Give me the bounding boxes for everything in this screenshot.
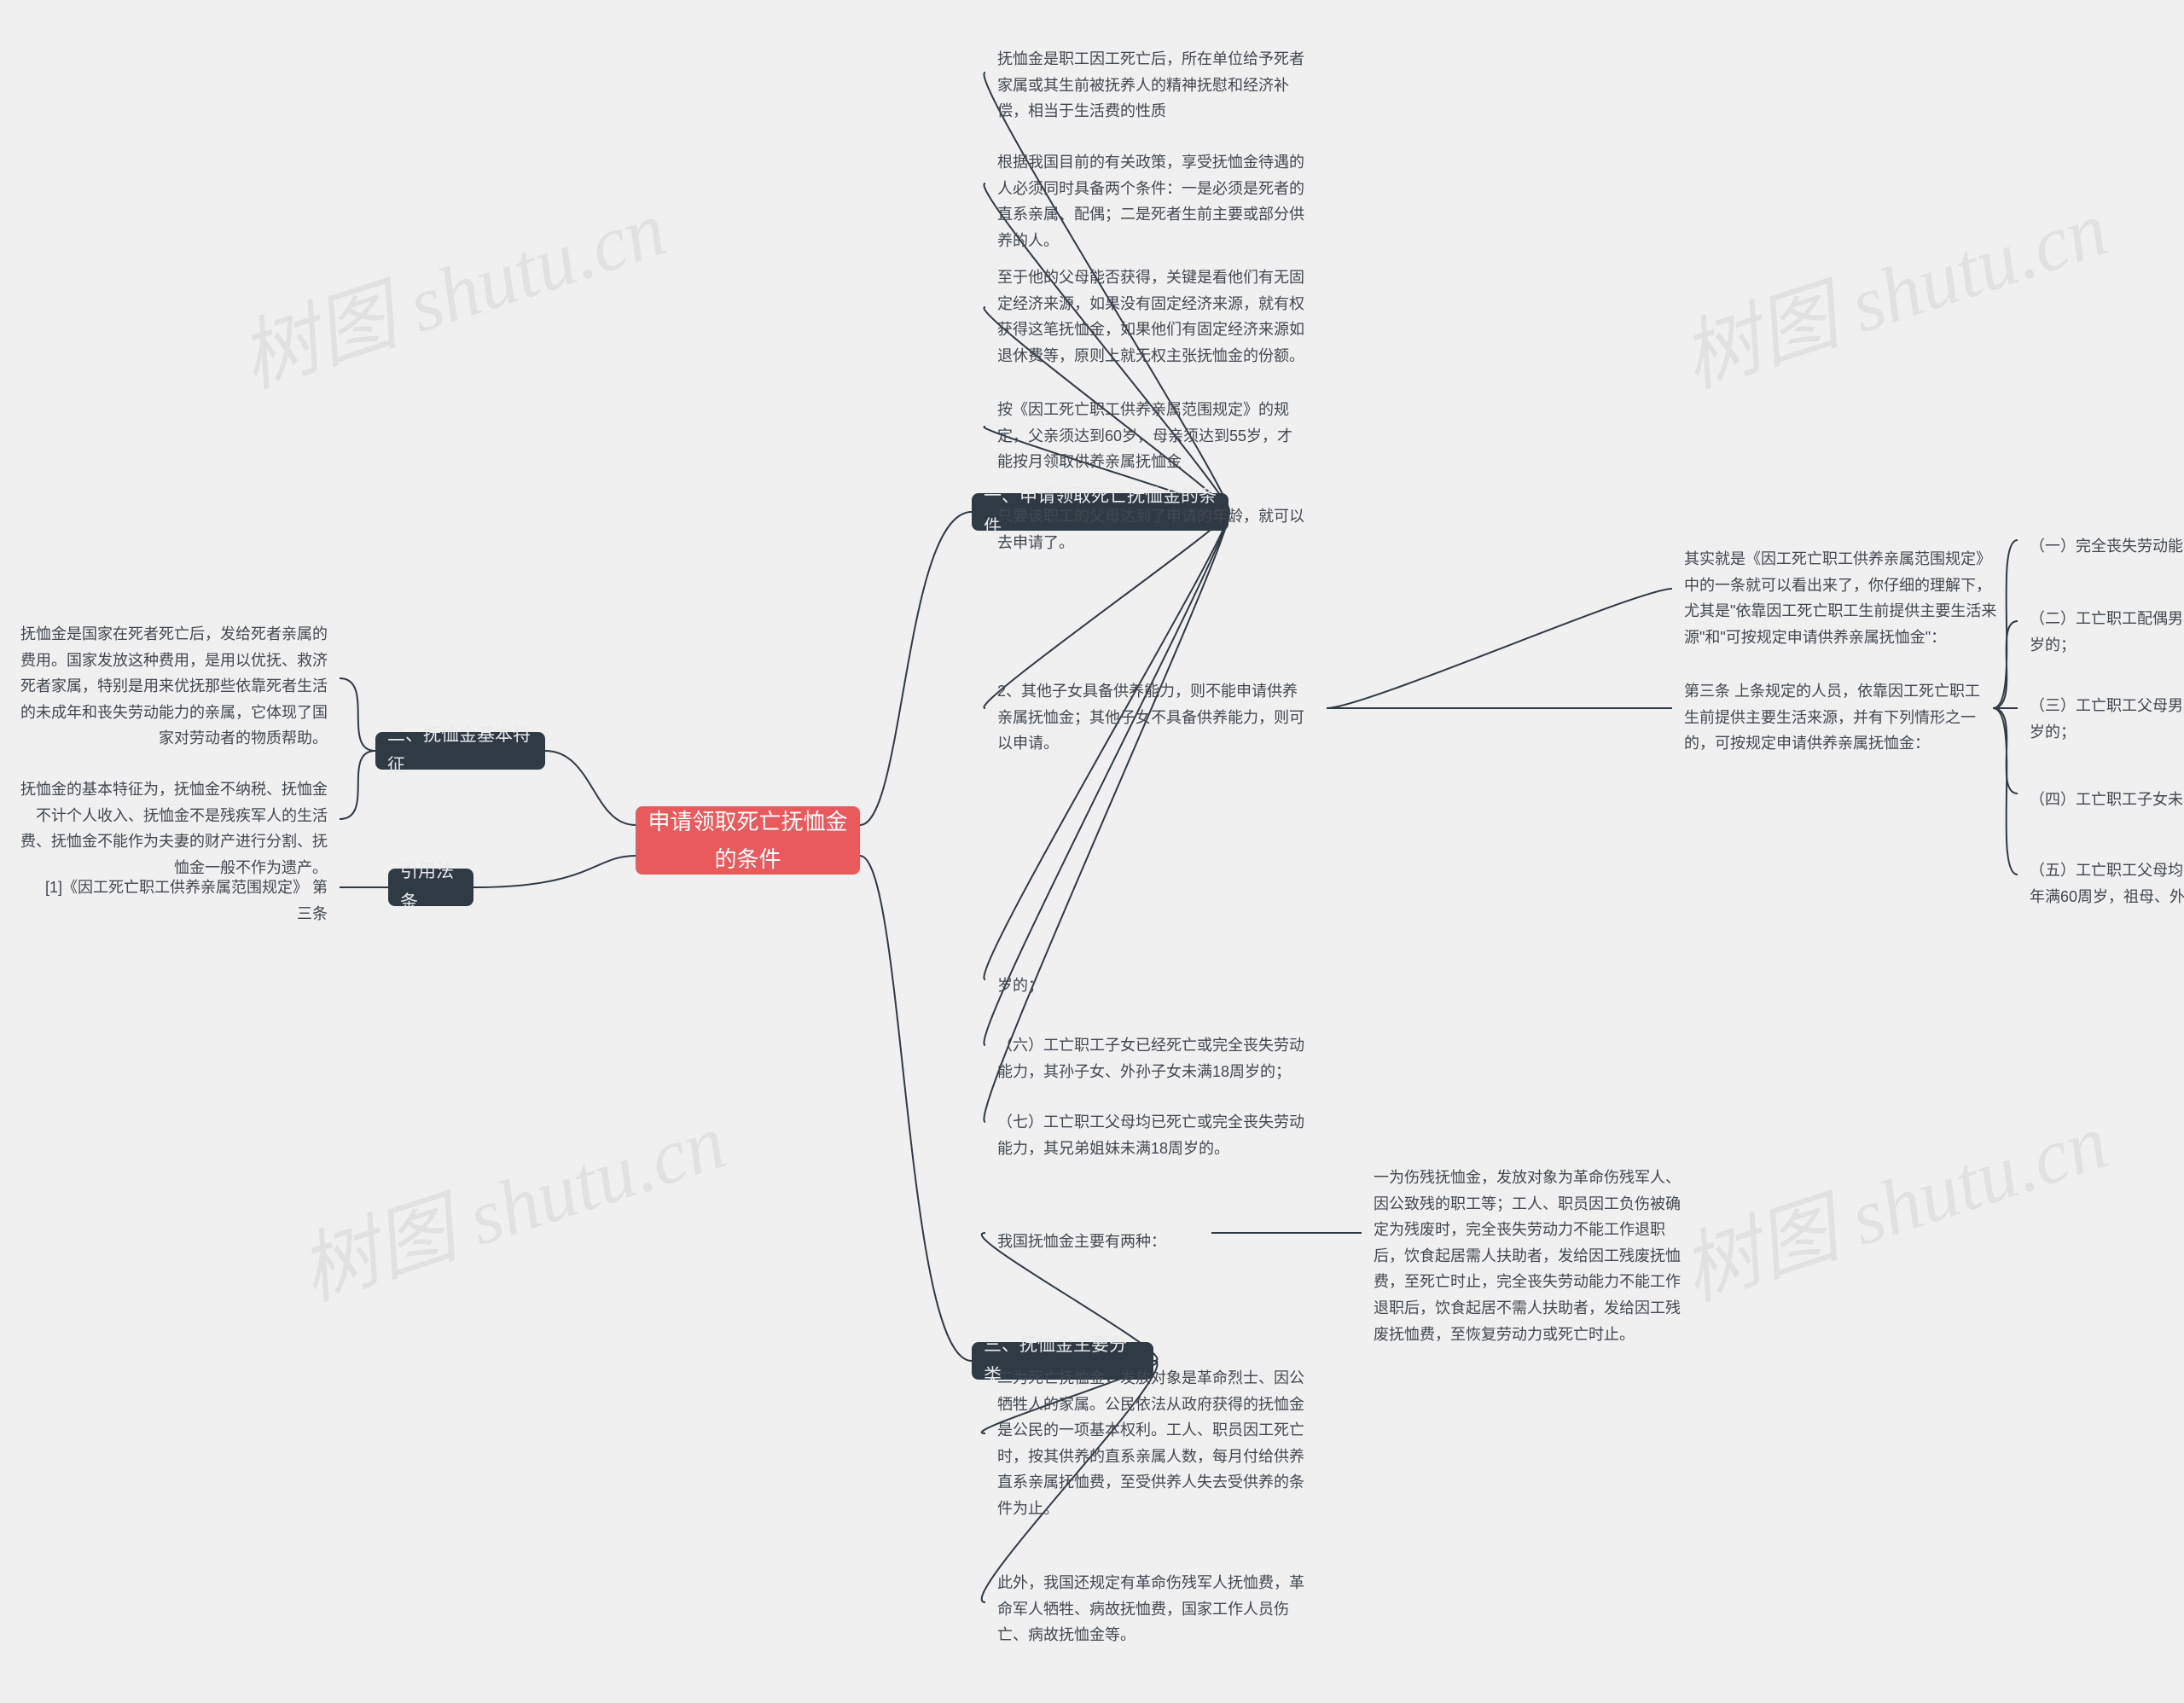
leaf-b3-3: 此外，我国还规定有革命伤残军人抚恤费，革命军人牺牲、病故抚恤费，国家工作人员伤亡… xyxy=(985,1561,1325,1657)
leaf-b1-5: 只要该职工的父母达到了申请的年龄，就可以去申请了。 xyxy=(985,495,1320,564)
watermark: 树图 shutu.cn xyxy=(283,1078,737,1322)
watermark: 树图 shutu.cn xyxy=(224,165,677,409)
root-label: 申请领取死亡抚恤金的条件 xyxy=(648,803,848,878)
branch-references[interactable]: 引用法条 xyxy=(388,869,473,906)
root-node[interactable]: 申请领取死亡抚恤金的条件 xyxy=(636,806,860,875)
leaf-b3-2: 二为死亡抚恤金，发放对象是革命烈士、因公牺牲人的家属。公民依法从政府获得的抚恤金… xyxy=(985,1357,1325,1531)
branch-label: 引用法条 xyxy=(400,857,462,917)
leaf-b1-2: 根据我国目前的有关政策，享受抚恤金待遇的人必须同时具备两个条件：一是必须是死者的… xyxy=(985,141,1320,262)
leaf-b1-6-g2-i5: （五）工亡职工父母均已死亡，其祖父、外祖父年满60周岁，祖母、外祖母年满55周 xyxy=(2018,849,2184,918)
leaf-b1-1: 抚恤金是职工因工死亡后，所在单位给予死者家属或其生前被抚养人的精神抚慰和经济补偿… xyxy=(985,38,1320,133)
leaf-b1-6-g2: 第三条 上条规定的人员，依靠因工死亡职工生前提供主要生活来源，并有下列情形之一的… xyxy=(1672,670,1993,765)
leaf-b3-1-g1: 一为伤残抚恤金，发放对象为革命伤残军人、因公致残的职工等；工人、职员因工负伤被确… xyxy=(1362,1156,1701,1356)
leaf-b1-6-g1: 其实就是《因工死亡职工供养亲属范围规定》中的一条就可以看出来了，你仔细的理解下，… xyxy=(1672,538,2012,659)
leaf-b2-1: 抚恤金是国家在死者死亡后，发给死者亲属的费用。国家发放这种费用，是用以优抚、救济… xyxy=(7,613,340,760)
leaf-b4-1: [1]《因工死亡职工供养亲属范围规定》 第三条 xyxy=(31,866,340,935)
leaf-b3-1: 我国抚恤金主要有两种： xyxy=(985,1220,1211,1264)
watermark: 树图 shutu.cn xyxy=(1665,165,2119,409)
leaf-b1-9: （七）工亡职工父母均已死亡或完全丧失劳动能力，其兄弟姐妹未满18周岁的。 xyxy=(985,1101,1325,1170)
watermark: 树图 shutu.cn xyxy=(1665,1078,2119,1322)
leaf-b1-4: 按《因工死亡职工供养亲属范围规定》的规定，父亲须达到60岁，母亲须达到55岁，才… xyxy=(985,388,1320,484)
branch-label: 二、抚恤金基本特征 xyxy=(387,720,533,781)
leaf-b1-8: （六）工亡职工子女已经死亡或完全丧失劳动能力，其孙子女、外孙子女未满18周岁的； xyxy=(985,1024,1325,1093)
leaf-b1-7: 岁的； xyxy=(985,964,1088,1008)
leaf-b1-3: 至于他的父母能否获得，关键是看他们有无固定经济来源，如果没有固定经济来源，就有权… xyxy=(985,256,1320,377)
branch-features[interactable]: 二、抚恤金基本特征 xyxy=(375,732,545,770)
leaf-b1-6-g2-i1: （一）完全丧失劳动能力的； xyxy=(2018,525,2184,568)
leaf-b1-6-g2-i2: （二）工亡职工配偶男年满6O周岁、女年满55周岁的； xyxy=(2018,597,2184,666)
leaf-b1-6: 2、其他子女具备供养能力，则不能申请供养亲属抚恤金；其他子女不具备供养能力，则可… xyxy=(985,670,1320,765)
leaf-b1-6-g2-i3: （三）工亡职工父母男年满60周岁、女年满55周岁的； xyxy=(2018,684,2184,753)
leaf-b1-6-g2-i4: （四）工亡职工子女未满18周岁的； xyxy=(2018,778,2184,822)
